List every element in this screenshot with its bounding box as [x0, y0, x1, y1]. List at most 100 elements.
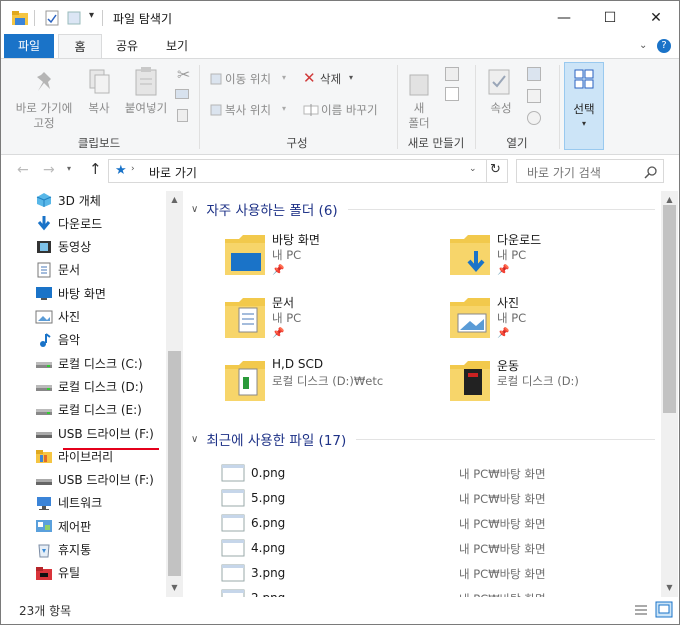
scroll-down-icon[interactable]: ▼ [661, 583, 678, 592]
copy-to-button[interactable]: 복사 위치 [225, 103, 271, 118]
content-scrollbar-thumb[interactable] [663, 205, 676, 413]
paste-button[interactable]: 붙여넣기 [119, 101, 173, 116]
sidebar-item-3d-objects[interactable]: 3D 개체 [35, 189, 101, 211]
scroll-down-icon[interactable]: ▼ [166, 583, 183, 592]
copy-button[interactable]: 복사 [81, 101, 117, 116]
customize-toolbar-icon[interactable]: ▾ [89, 10, 94, 26]
list-item[interactable]: 3.png 내 PC₩바탕 화면 [221, 561, 661, 586]
divider [559, 65, 560, 149]
new-item-icon[interactable] [445, 67, 459, 81]
properties-quick-icon[interactable] [45, 10, 59, 26]
list-item[interactable]: 2.png내 PC₩바탕 화면 [221, 586, 661, 597]
maximize-button[interactable]: ☐ [587, 1, 633, 34]
sidebar-item-pictures[interactable]: 사진 [35, 306, 80, 328]
sidebar-item-label: 네트워크 [58, 496, 103, 511]
forward-icon[interactable]: → [43, 162, 55, 178]
pinned-folder[interactable]: H,D SCD 로컬 디스크 (D:)₩etc [185, 357, 405, 412]
properties-button[interactable]: 속성 [481, 101, 521, 116]
sidebar-item-network[interactable]: 네트워크 [35, 492, 102, 514]
recent-locations-icon[interactable]: ▾ [67, 164, 71, 173]
list-item[interactable]: 5.png 내 PC₩바탕 화면 [221, 486, 661, 511]
help-icon[interactable]: ? [657, 39, 671, 53]
copy-path-icon[interactable] [175, 89, 189, 99]
rename-button[interactable]: 이름 바꾸기 [321, 103, 378, 118]
new-folder-icon [409, 74, 429, 96]
sidebar-item-usb-drive[interactable]: USB 드라이브 (F:) [35, 422, 154, 444]
large-icons-view-icon[interactable] [655, 601, 673, 618]
tab-view[interactable]: 보기 [155, 34, 199, 58]
recent-files-header[interactable]: ∨ 최근에 사용한 파일 (17) [191, 429, 655, 449]
tab-home[interactable]: 홈 [58, 34, 102, 59]
new-folder-button[interactable]: 새 폴더 [399, 101, 439, 131]
sidebar-item-label: 동영상 [58, 240, 92, 255]
collapse-chevron-icon[interactable]: ∨ [191, 204, 198, 215]
sidebar-item-recycle-bin[interactable]: 휴지통 [35, 539, 91, 561]
dropdown-icon: ▾ [349, 73, 354, 82]
tab-share[interactable]: 공유 [105, 34, 149, 58]
sidebar-item-drive[interactable]: 로컬 디스크 (C:) [35, 352, 143, 374]
folder-name: 운동 [497, 359, 520, 373]
open-icon[interactable] [527, 67, 541, 81]
sidebar-item-downloads[interactable]: 다운로드 [35, 212, 102, 234]
scroll-up-icon[interactable]: ▲ [661, 195, 678, 204]
sidebar-item-music[interactable]: 음악 [35, 329, 80, 351]
folder-icon [225, 235, 265, 275]
libraries-icon [35, 448, 53, 464]
sidebar-item-label: 유틸 [58, 566, 81, 581]
sidebar-item-desktop[interactable]: 바탕 화면 [35, 282, 106, 304]
back-icon[interactable]: ← [17, 162, 29, 178]
sidebar-item-videos[interactable]: 동영상 [35, 236, 91, 258]
pinned-folder[interactable]: 문서 내 PC 📌 [185, 294, 405, 349]
pinned-folder[interactable]: 사진 내 PC 📌 [410, 294, 630, 349]
address-path[interactable]: 바로 가기 [149, 164, 197, 181]
collapse-chevron-icon[interactable]: ∨ [191, 434, 198, 445]
videos-icon [35, 239, 53, 255]
item-count: 23개 항목 [19, 604, 72, 618]
pin-to-quick-access-button[interactable]: 바로 가기에 고정 [9, 101, 79, 131]
recycle-bin-icon [35, 542, 53, 558]
close-button[interactable]: ✕ [633, 1, 679, 34]
sidebar-item-drive[interactable]: 로컬 디스크 (D:) [35, 375, 143, 397]
history-icon[interactable] [527, 111, 541, 125]
sidebar-item-usb-drive[interactable]: USB 드라이브 (F:) [35, 469, 154, 491]
up-icon[interactable]: ↑ [89, 160, 102, 178]
folder-location: 내 PC [497, 311, 527, 325]
minimize-button[interactable]: — [541, 1, 587, 34]
cut-icon[interactable]: ✂ [177, 65, 190, 84]
move-to-button[interactable]: 이동 위치 [225, 72, 271, 87]
search-input[interactable]: 바로 가기 검색 [516, 159, 664, 183]
refresh-icon[interactable]: ↻ [490, 162, 501, 177]
rename-icon [303, 104, 319, 116]
folder-name: 사진 [497, 296, 520, 310]
sidebar-item-control-panel[interactable]: 제어판 [35, 515, 91, 537]
file-location: 내 PC₩바탕 화면 [459, 517, 546, 531]
edit-icon[interactable] [527, 89, 541, 103]
collapse-ribbon-icon[interactable]: ⌄ [639, 40, 647, 51]
content-scrollbar[interactable]: ▲ ▼ [661, 191, 678, 597]
sidebar-item-folder[interactable]: 유틸 [35, 562, 80, 584]
delete-button[interactable]: 삭제 [320, 72, 341, 87]
scroll-up-icon[interactable]: ▲ [166, 195, 183, 204]
select-button[interactable]: 선택 ▾ [564, 62, 604, 150]
paste-shortcut-icon[interactable] [177, 109, 188, 122]
easy-access-icon[interactable] [445, 87, 459, 101]
list-item[interactable]: 6.png 내 PC₩바탕 화면 [221, 511, 661, 536]
nav-scrollbar[interactable]: ▲ ▼ [166, 191, 183, 597]
new-folder-quick-icon[interactable] [67, 10, 81, 26]
list-item[interactable]: 4.png 내 PC₩바탕 화면 [221, 536, 661, 561]
pinned-folder[interactable]: 운동 로컬 디스크 (D:) [410, 357, 630, 412]
details-view-icon[interactable] [633, 603, 649, 617]
frequent-folders-header[interactable]: ∨ 자주 사용하는 폴더 (6) [191, 199, 655, 219]
address-box[interactable]: ★ › 바로 가기 ⌄ ↻ [108, 159, 508, 183]
pinned-folder[interactable]: 다운로드 내 PC 📌 [410, 231, 630, 286]
nav-scrollbar-thumb[interactable] [168, 351, 181, 576]
sidebar-item-drive[interactable]: 로컬 디스크 (E:) [35, 399, 142, 421]
tab-file[interactable]: 파일 [4, 34, 54, 58]
file-name: 5.png [251, 491, 286, 505]
sidebar-item-label: 제어판 [58, 519, 92, 534]
list-item[interactable]: 0.png 내 PC₩바탕 화면 [221, 461, 661, 486]
copy-to-icon [210, 104, 222, 116]
pinned-folder[interactable]: 바탕 화면 내 PC 📌 [185, 231, 405, 286]
address-dropdown-icon[interactable]: ⌄ [469, 164, 477, 174]
sidebar-item-documents[interactable]: 문서 [35, 259, 80, 281]
